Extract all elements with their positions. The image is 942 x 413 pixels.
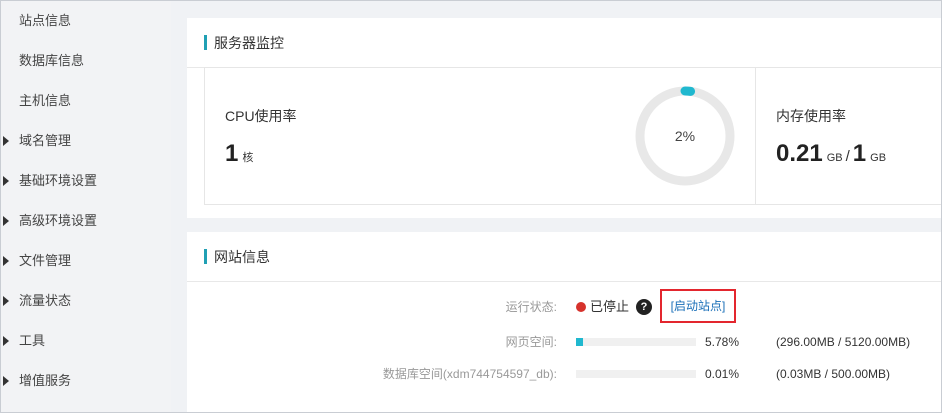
sidebar-item-label: 基础环境设置	[19, 173, 98, 188]
server-monitor-panel: 服务器监控 CPU使用率 1核 2% 内存使用率 0.21 GB/1 GB	[187, 18, 942, 218]
site-info-panel: 网站信息 运行状态: 已停止 ? [启动站点] 网页空间: 5.78% (296…	[187, 232, 942, 413]
sidebar: 站点信息 数据库信息 主机信息 域名管理 基础环境设置 高级环境设置 文件管理 …	[1, 1, 171, 412]
sidebar-item-database-info[interactable]: 数据库信息	[1, 41, 171, 81]
sidebar-item-label: 主机信息	[19, 93, 72, 108]
db-space-label: 数据库空间(xdm744754597_db):	[382, 367, 557, 381]
web-space-progress	[576, 338, 696, 346]
sidebar-item-tools[interactable]: 工具	[1, 321, 171, 361]
cpu-card: CPU使用率 1核 2%	[204, 67, 756, 205]
db-space-row: 数据库空间(xdm744754597_db): 0.01% (0.03MB / …	[187, 364, 942, 384]
caret-right-icon	[3, 176, 9, 186]
memory-value: 0.21 GB/1 GB	[776, 140, 886, 168]
cpu-cores-value: 1	[225, 140, 239, 167]
sidebar-item-label: 高级环境设置	[19, 213, 98, 228]
caret-right-icon	[3, 376, 9, 386]
memory-label: 内存使用率	[776, 108, 846, 124]
sidebar-item-label: 工具	[19, 333, 46, 348]
sidebar-item-domain-management[interactable]: 域名管理	[1, 121, 171, 161]
panel-header: 网站信息	[187, 232, 942, 282]
run-status-value: 已停止	[590, 299, 630, 314]
panel-header: 服务器监控	[187, 18, 942, 68]
sidebar-item-file-management[interactable]: 文件管理	[1, 241, 171, 281]
cpu-usage-text: 2%	[674, 128, 696, 144]
help-icon[interactable]: ?	[636, 299, 652, 315]
sidebar-item-site-info[interactable]: 站点信息	[1, 1, 171, 41]
memory-used-unit: GB	[826, 152, 843, 164]
panel-title: 服务器监控	[214, 34, 284, 51]
web-space-progress-fill	[576, 338, 583, 346]
caret-right-icon	[3, 256, 9, 266]
web-space-percent: 5.78%	[705, 335, 740, 349]
web-space-size: (296.00MB / 5120.00MB)	[776, 335, 911, 349]
sidebar-item-advanced-environment[interactable]: 高级环境设置	[1, 201, 171, 241]
cpu-cores-unit: 核	[242, 152, 254, 164]
db-space-progress	[576, 370, 696, 378]
stopped-status-icon	[576, 302, 586, 312]
cpu-label: CPU使用率	[225, 108, 297, 124]
caret-right-icon	[3, 136, 9, 146]
memory-used: 0.21	[776, 140, 823, 167]
caret-right-icon	[3, 336, 9, 346]
sidebar-item-value-added-services[interactable]: 增值服务	[1, 361, 171, 401]
sidebar-item-label: 数据库信息	[19, 53, 85, 68]
sidebar-item-traffic-status[interactable]: 流量状态	[1, 281, 171, 321]
sidebar-item-label: 增值服务	[19, 373, 72, 388]
cpu-cores: 1核	[225, 140, 253, 168]
caret-right-icon	[3, 216, 9, 226]
memory-total: 1	[852, 140, 867, 167]
db-space-percent: 0.01%	[705, 367, 740, 381]
db-space-size: (0.03MB / 500.00MB)	[776, 367, 891, 381]
sidebar-item-label: 流量状态	[19, 293, 72, 308]
run-status-row: 运行状态: 已停止 ? [启动站点]	[187, 289, 942, 323]
sidebar-item-host-info[interactable]: 主机信息	[1, 81, 171, 121]
web-space-label: 网页空间:	[505, 335, 557, 349]
panel-title: 网站信息	[214, 248, 270, 265]
sidebar-item-label: 域名管理	[19, 133, 72, 148]
web-space-row: 网页空间: 5.78% (296.00MB / 5120.00MB)	[187, 332, 942, 352]
caret-right-icon	[3, 296, 9, 306]
run-status-label: 运行状态:	[505, 300, 557, 314]
memory-card: 内存使用率 0.21 GB/1 GB	[756, 67, 942, 205]
memory-total-unit: GB	[870, 152, 887, 164]
monitor-row: CPU使用率 1核 2% 内存使用率 0.21 GB/1 GB	[204, 67, 942, 205]
sidebar-item-label: 站点信息	[19, 13, 72, 28]
accent-bar	[204, 35, 207, 50]
accent-bar	[204, 249, 207, 264]
sidebar-item-label: 文件管理	[19, 253, 72, 268]
memory-separator: /	[845, 148, 850, 165]
sidebar-item-basic-environment[interactable]: 基础环境设置	[1, 161, 171, 201]
start-site-button[interactable]: [启动站点]	[660, 289, 736, 323]
